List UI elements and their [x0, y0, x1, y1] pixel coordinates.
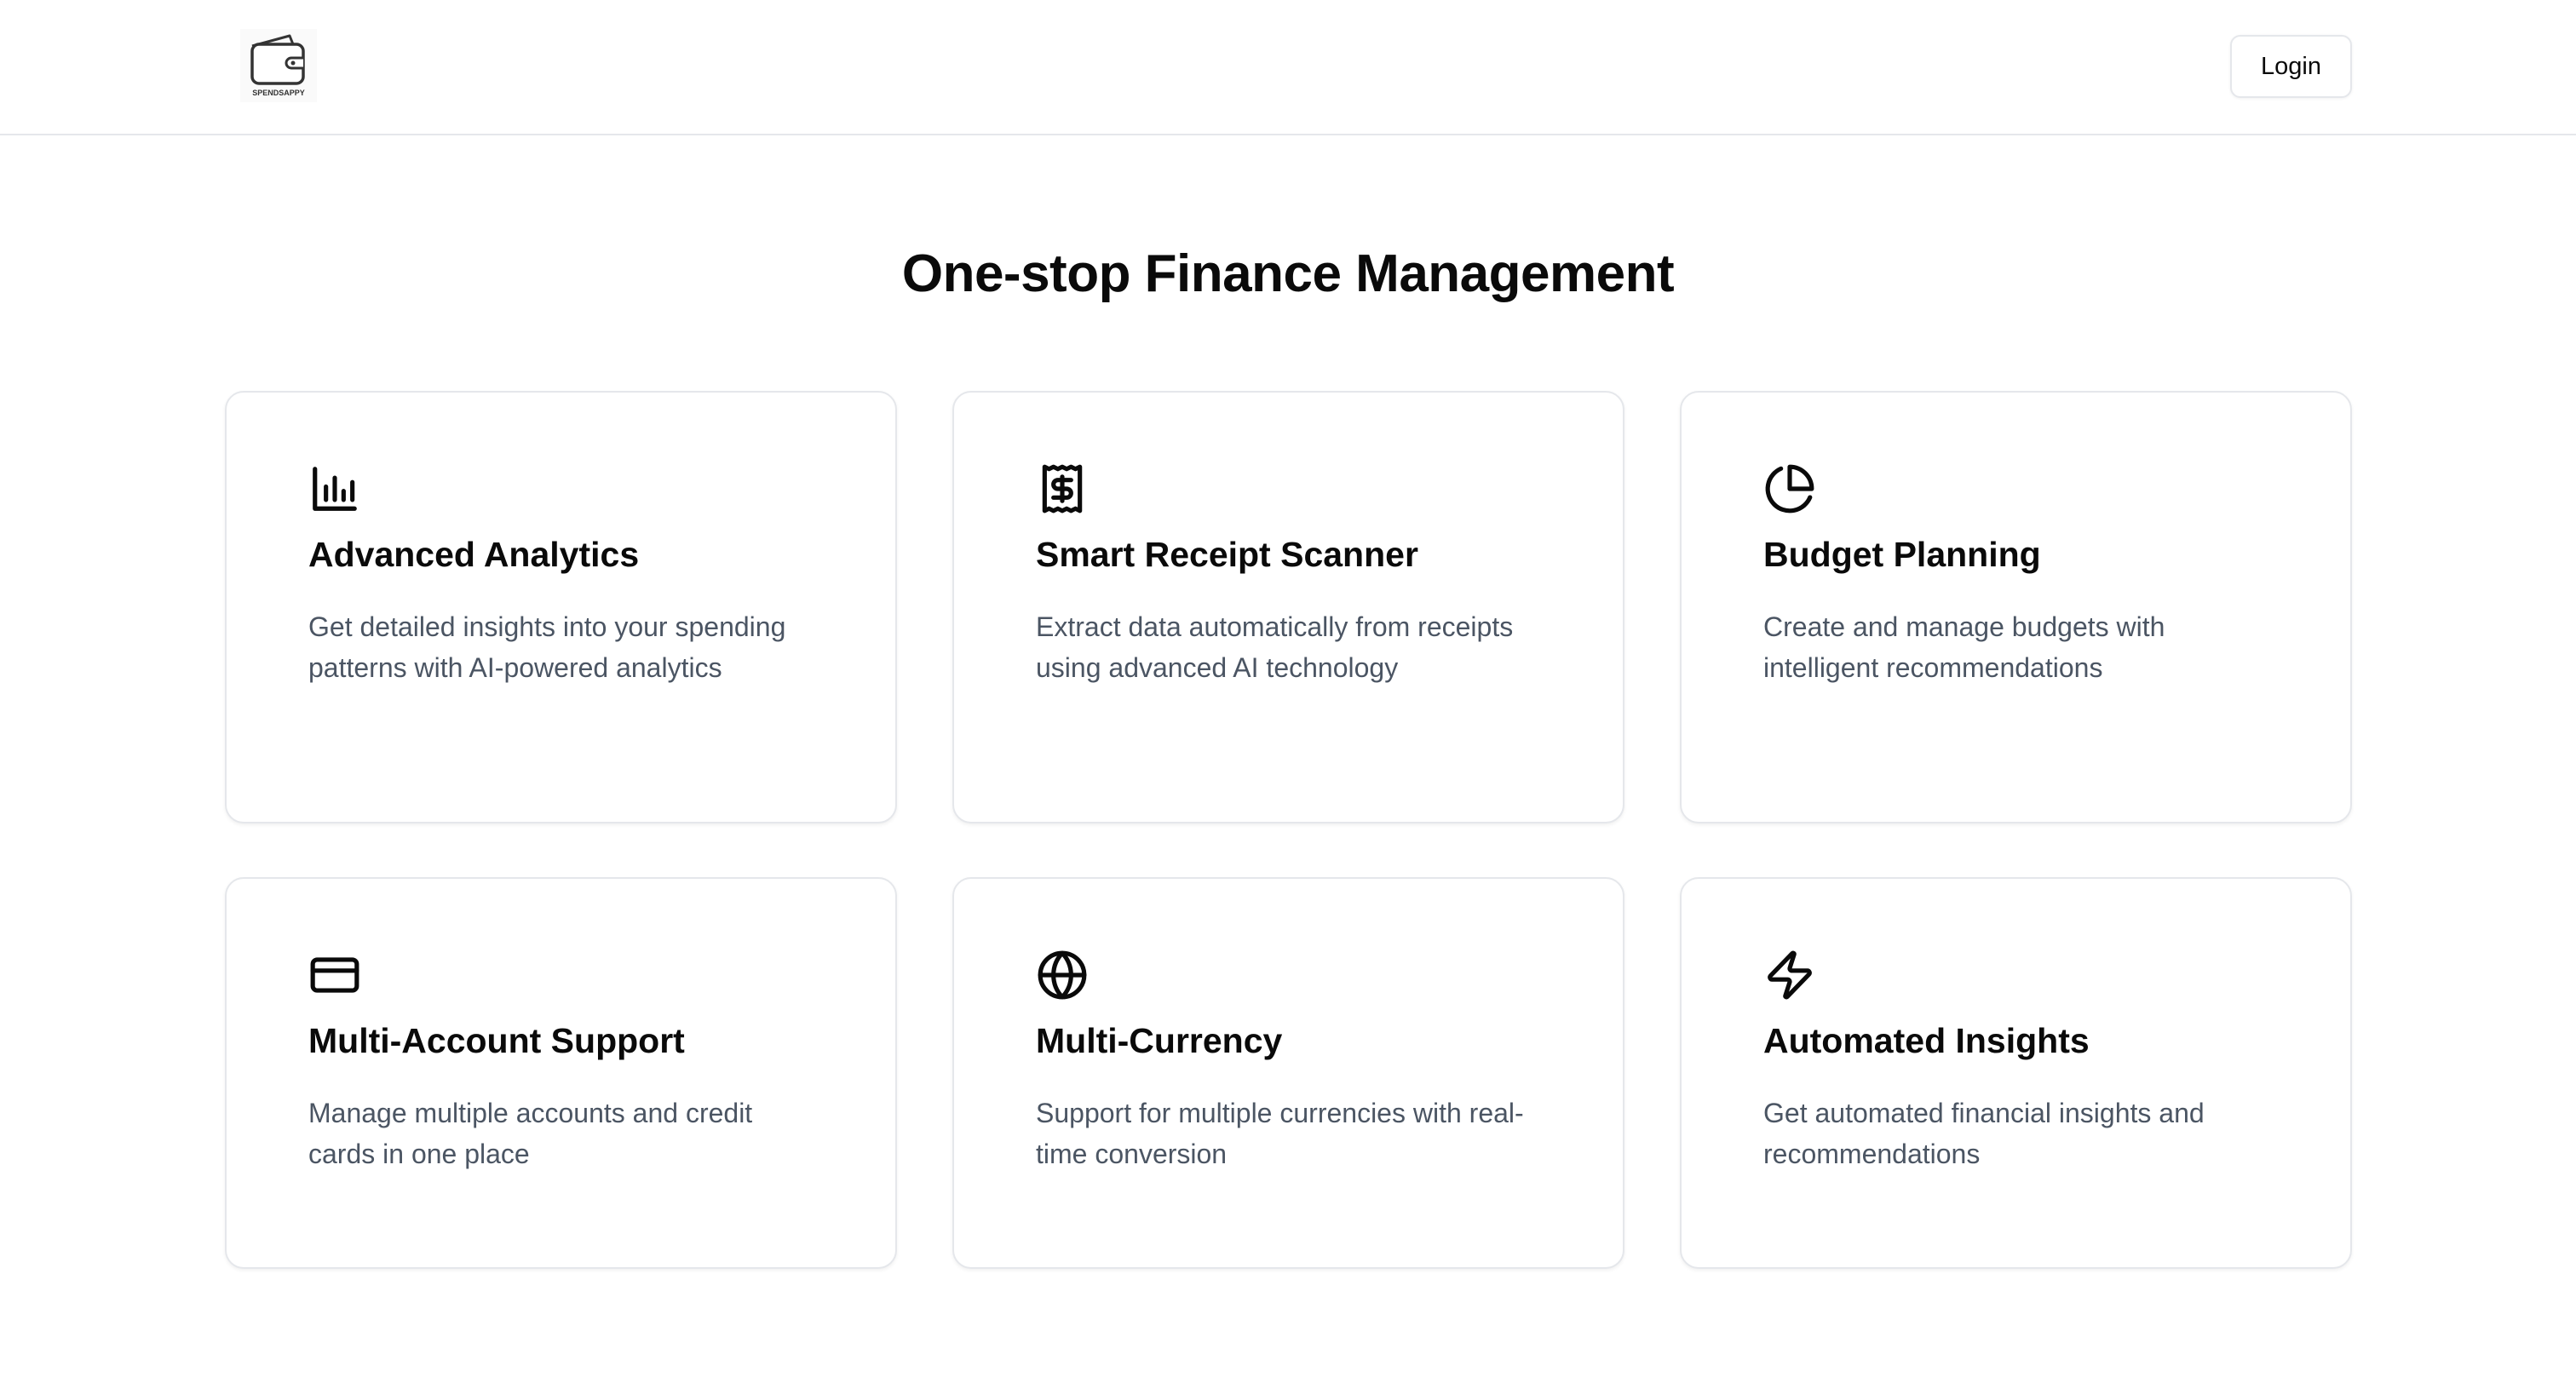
feature-description: Get detailed insights into your spending… — [308, 611, 786, 684]
bar-chart-icon — [308, 462, 361, 515]
feature-description: Get automated financial insights and rec… — [1763, 1098, 2205, 1170]
feature-grid: Advanced Analytics Get detailed insights… — [225, 391, 2352, 1269]
feature-card-budget-planning: Budget Planning Create and manage budget… — [1680, 391, 2352, 823]
receipt-dollar-icon — [1036, 462, 1089, 515]
logo-wordmark: SPENDSAPPY — [252, 89, 305, 97]
login-button[interactable]: Login — [2230, 35, 2352, 98]
pie-chart-icon — [1763, 462, 1816, 515]
feature-description: Create and manage budgets with intellige… — [1763, 611, 2165, 684]
page-title: One-stop Finance Management — [901, 244, 1675, 303]
feature-card-advanced-analytics: Advanced Analytics Get detailed insights… — [225, 391, 897, 823]
feature-description: Extract data automatically from receipts… — [1036, 611, 1514, 684]
feature-title: Budget Planning — [1763, 535, 2041, 574]
globe-icon — [1036, 949, 1089, 1001]
feature-card-multi-currency: Multi-Currency Support for multiple curr… — [952, 877, 1624, 1269]
feature-title: Multi-Account Support — [308, 1021, 685, 1060]
feature-card-smart-receipt-scanner: Smart Receipt Scanner Extract data autom… — [952, 391, 1624, 823]
site-header: SPENDSAPPY Login — [0, 0, 2576, 135]
lightning-bolt-icon — [1763, 949, 1816, 1001]
feature-card-multi-account-support: Multi-Account Support Manage multiple ac… — [225, 877, 897, 1269]
feature-description: Support for multiple currencies with rea… — [1036, 1098, 1524, 1170]
feature-title: Advanced Analytics — [308, 535, 640, 574]
feature-title: Multi-Currency — [1036, 1021, 1283, 1060]
wallet-logo-icon[interactable]: SPENDSAPPY — [240, 29, 317, 102]
feature-card-automated-insights: Automated Insights Get automated financi… — [1680, 877, 2352, 1269]
credit-card-icon — [308, 949, 361, 1001]
feature-title: Smart Receipt Scanner — [1036, 535, 1418, 574]
feature-description: Manage multiple accounts and credit card… — [308, 1098, 753, 1170]
feature-title: Automated Insights — [1763, 1021, 2090, 1060]
